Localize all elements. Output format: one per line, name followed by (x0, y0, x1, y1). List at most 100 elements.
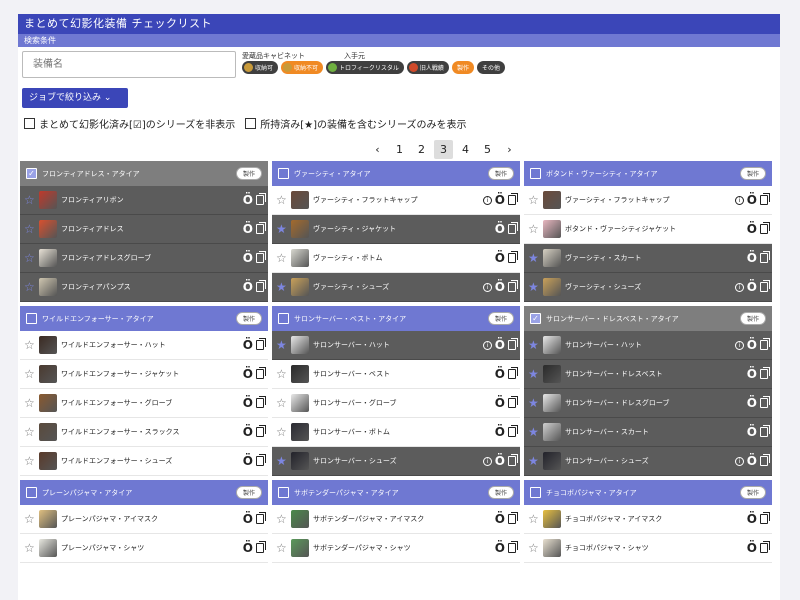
dye-icon[interactable]: Ö (495, 223, 505, 235)
dye-icon[interactable]: Ö (747, 223, 757, 235)
series-complete-checkbox[interactable] (278, 168, 289, 179)
craft-button[interactable]: 製作 (739, 312, 766, 325)
info-icon[interactable]: i (734, 195, 744, 205)
star-filled-icon[interactable]: ★ (276, 280, 288, 294)
dye-icon[interactable]: Ö (747, 281, 757, 293)
star-outline-icon[interactable]: ☆ (528, 193, 540, 207)
source-filter-chip[interactable]: 旧人戦績 (406, 61, 449, 74)
star-outline-icon[interactable]: ☆ (24, 512, 36, 526)
copy-icon[interactable] (508, 251, 518, 263)
star-outline-icon[interactable]: ☆ (528, 541, 540, 555)
star-filled-icon[interactable]: ★ (528, 367, 540, 381)
craft-button[interactable]: 製作 (235, 486, 262, 499)
dye-icon[interactable]: Ö (747, 542, 757, 554)
copy-icon[interactable] (508, 396, 518, 408)
page-button-2[interactable]: 2 (412, 140, 431, 159)
dye-icon[interactable]: Ö (495, 281, 505, 293)
star-filled-icon[interactable]: ★ (528, 338, 540, 352)
dye-icon[interactable]: Ö (243, 281, 253, 293)
craft-button[interactable]: 製作 (487, 167, 514, 180)
star-filled-icon[interactable]: ★ (528, 280, 540, 294)
series-complete-checkbox[interactable] (26, 487, 37, 498)
series-complete-checkbox[interactable]: ✓ (530, 313, 541, 324)
dye-icon[interactable]: Ö (495, 513, 505, 525)
equipment-name-input[interactable] (22, 51, 236, 78)
dye-icon[interactable]: Ö (747, 513, 757, 525)
dye-icon[interactable]: Ö (747, 194, 757, 206)
source-filter-chip[interactable]: 製作 (451, 61, 474, 74)
star-outline-icon[interactable]: ☆ (24, 251, 36, 265)
star-outline-icon[interactable]: ☆ (276, 251, 288, 265)
star-filled-icon[interactable]: ★ (528, 425, 540, 439)
copy-icon[interactable] (760, 512, 770, 524)
star-outline-icon[interactable]: ☆ (24, 367, 36, 381)
dye-icon[interactable]: Ö (243, 426, 253, 438)
dye-icon[interactable]: Ö (747, 455, 757, 467)
craft-button[interactable]: 製作 (739, 167, 766, 180)
dye-icon[interactable]: Ö (495, 542, 505, 554)
source-filter-chip[interactable]: 収納不可 (281, 61, 324, 74)
craft-button[interactable]: 製作 (739, 486, 766, 499)
star-outline-icon[interactable]: ☆ (276, 541, 288, 555)
star-outline-icon[interactable]: ☆ (528, 222, 540, 236)
dye-icon[interactable]: Ö (747, 368, 757, 380)
dye-icon[interactable]: Ö (243, 455, 253, 467)
copy-icon[interactable] (508, 222, 518, 234)
dye-icon[interactable]: Ö (495, 455, 505, 467)
copy-icon[interactable] (760, 280, 770, 292)
copy-icon[interactable] (256, 367, 266, 379)
craft-button[interactable]: 製作 (487, 486, 514, 499)
dye-icon[interactable]: Ö (243, 252, 253, 264)
dye-icon[interactable]: Ö (243, 397, 253, 409)
copy-icon[interactable] (508, 193, 518, 205)
copy-icon[interactable] (760, 367, 770, 379)
copy-icon[interactable] (508, 367, 518, 379)
copy-icon[interactable] (256, 280, 266, 292)
star-outline-icon[interactable]: ☆ (276, 425, 288, 439)
copy-icon[interactable] (760, 251, 770, 263)
info-icon[interactable]: i (734, 282, 744, 292)
star-outline-icon[interactable]: ☆ (24, 222, 36, 236)
dye-icon[interactable]: Ö (243, 339, 253, 351)
star-outline-icon[interactable]: ☆ (24, 396, 36, 410)
info-icon[interactable]: i (482, 282, 492, 292)
star-filled-icon[interactable]: ★ (276, 338, 288, 352)
series-complete-checkbox[interactable] (530, 168, 541, 179)
craft-button[interactable]: 製作 (235, 312, 262, 325)
star-filled-icon[interactable]: ★ (528, 454, 540, 468)
dye-icon[interactable]: Ö (243, 542, 253, 554)
star-filled-icon[interactable]: ★ (528, 251, 540, 265)
page-button-5[interactable]: 5 (478, 140, 497, 159)
copy-icon[interactable] (508, 425, 518, 437)
star-outline-icon[interactable]: ☆ (276, 193, 288, 207)
dye-icon[interactable]: Ö (747, 252, 757, 264)
dye-icon[interactable]: Ö (243, 194, 253, 206)
dye-icon[interactable]: Ö (243, 513, 253, 525)
copy-icon[interactable] (256, 425, 266, 437)
star-filled-icon[interactable]: ★ (528, 396, 540, 410)
copy-icon[interactable] (256, 222, 266, 234)
source-filter-chip[interactable]: 収納可 (242, 61, 279, 74)
copy-icon[interactable] (760, 338, 770, 350)
star-outline-icon[interactable]: ☆ (24, 193, 36, 207)
star-outline-icon[interactable]: ☆ (24, 541, 36, 555)
dye-icon[interactable]: Ö (747, 397, 757, 409)
dye-icon[interactable]: Ö (495, 339, 505, 351)
series-complete-checkbox[interactable] (530, 487, 541, 498)
copy-icon[interactable] (256, 396, 266, 408)
craft-button[interactable]: 製作 (487, 312, 514, 325)
info-icon[interactable]: i (482, 340, 492, 350)
craft-button[interactable]: 製作 (235, 167, 262, 180)
series-complete-checkbox[interactable]: ✓ (26, 168, 37, 179)
copy-icon[interactable] (760, 541, 770, 553)
star-outline-icon[interactable]: ☆ (528, 512, 540, 526)
star-filled-icon[interactable]: ★ (276, 222, 288, 236)
copy-icon[interactable] (508, 338, 518, 350)
copy-icon[interactable] (256, 454, 266, 466)
copy-icon[interactable] (760, 222, 770, 234)
prev-page-button[interactable]: ‹ (368, 140, 387, 159)
star-filled-icon[interactable]: ★ (276, 454, 288, 468)
copy-icon[interactable] (508, 280, 518, 292)
star-outline-icon[interactable]: ☆ (24, 425, 36, 439)
copy-icon[interactable] (256, 338, 266, 350)
